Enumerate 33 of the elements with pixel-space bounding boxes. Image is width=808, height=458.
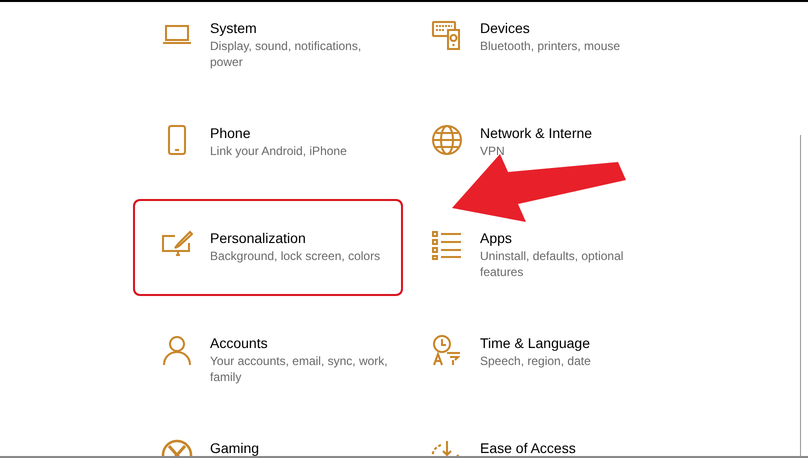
tile-description: Link your Android, iPhone (210, 143, 347, 159)
clock-letter-icon (431, 334, 463, 366)
tile-description: Background, lock screen, colors (210, 248, 380, 264)
tile-title: Time & Language (480, 334, 591, 352)
tile-description: Uninstall, defaults, optional features (480, 248, 624, 280)
tile-description: VPN (480, 143, 506, 159)
keyboard-speaker-icon (431, 19, 463, 51)
tile-title: Devices (480, 19, 531, 37)
settings-tile[interactable]: System Display, sound, notifications, power (133, 2, 403, 86)
globe-icon (431, 124, 463, 156)
person-icon (161, 334, 193, 366)
settings-tile[interactable]: Phone Link your Android, iPhone (133, 94, 403, 191)
tile-title: Personalization (210, 229, 307, 247)
tile-description: Display, sound, notifications, power (210, 38, 362, 70)
list-icon (431, 229, 463, 261)
tile-description: Bluetooth, printers, mouse (480, 38, 620, 54)
tile-title: Network & Interne (480, 124, 592, 142)
tile-description: Your accounts, email, sync, work, family (210, 353, 389, 385)
tile-title: Ease of Access (480, 439, 576, 456)
settings-tile[interactable]: Gaming (133, 409, 403, 456)
tile-title: Accounts (210, 334, 269, 352)
settings-tile[interactable]: Apps Uninstall, defaults, optional features (403, 199, 673, 296)
tile-title: System (210, 19, 258, 37)
settings-tile[interactable]: Network & Interne VPN (403, 94, 673, 191)
settings-tile[interactable]: Accounts Your accounts, email, sync, work, family (133, 304, 403, 401)
tile-description: Speech, region, date (480, 353, 591, 369)
settings-tile[interactable]: Ease of Access (403, 409, 673, 456)
tile-title: Phone (210, 124, 252, 142)
settings-tile[interactable]: Devices Bluetooth, printers, mouse (403, 2, 673, 86)
settings-tile[interactable]: Time & Language Speech, region, date (403, 304, 673, 401)
tile-title: Gaming (210, 439, 260, 456)
settings-tile[interactable]: Personalization Background, lock screen, colors (133, 199, 403, 296)
tile-title: Apps (480, 229, 513, 247)
